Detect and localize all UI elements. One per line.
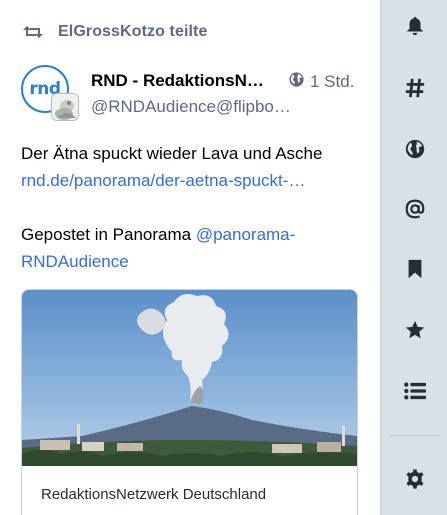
reblog-label[interactable]: ElGrossKotzo teilte — [58, 23, 207, 41]
content-paragraph-1: Der Ätna spuckt wieder Lava und Asche rn… — [21, 140, 366, 194]
posted-in-text: Gepostet in Panorama — [21, 225, 196, 244]
bookmark-icon[interactable] — [381, 249, 447, 289]
content-text: Der Ätna spuckt wieder Lava und Asche — [21, 144, 323, 163]
reblog-indicator[interactable]: ElGrossKotzo teilte — [22, 20, 207, 44]
at-icon[interactable] — [381, 189, 447, 229]
timeline-column: ElGrossKotzo teilte rnd RND - Redaktions… — [0, 0, 380, 515]
hashtag-icon[interactable] — [381, 68, 447, 108]
globe-icon[interactable] — [381, 129, 447, 169]
bell-icon[interactable] — [381, 6, 447, 46]
account-handle[interactable]: @RNDAudience@flipboard.com — [91, 97, 291, 117]
article-link[interactable]: rnd.de/panorama/der-aetna-spuckt-wieder-… — [21, 167, 311, 194]
status-content: Der Ätna spuckt wieder Lava und Asche rn… — [21, 140, 366, 302]
time-label: 1 Std. — [310, 72, 355, 91]
star-icon[interactable] — [381, 310, 447, 350]
status-timestamp[interactable]: 1 Std. — [288, 71, 354, 93]
navigation-sidebar — [380, 0, 447, 515]
gear-icon[interactable] — [381, 459, 447, 499]
card-provider: RedaktionsNetzwerk Deutschland — [41, 486, 267, 503]
globe-icon — [288, 71, 305, 93]
sidebar-divider — [389, 435, 440, 436]
booster-avatar — [51, 93, 79, 121]
boost-icon — [22, 24, 44, 40]
card-image — [22, 290, 357, 466]
avatar[interactable]: rnd — [21, 65, 79, 121]
content-paragraph-2: Gepostet in Panorama @panorama-RNDAudien… — [21, 221, 366, 275]
link-preview-card[interactable]: RedaktionsNetzwerk Deutschland — [21, 289, 358, 515]
list-icon[interactable] — [381, 371, 447, 411]
display-name[interactable]: RND - RedaktionsNetzwerk Deutschland — [91, 71, 271, 91]
